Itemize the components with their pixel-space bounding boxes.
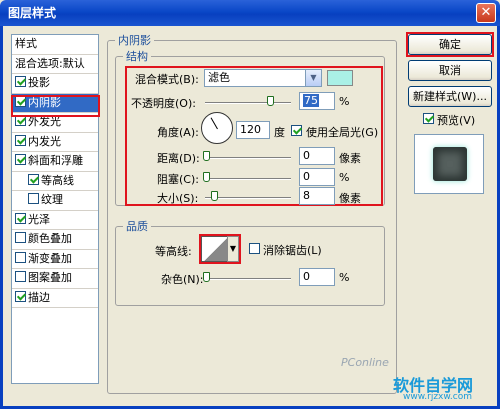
- angle-dial[interactable]: [201, 112, 233, 144]
- size-input[interactable]: 8: [299, 187, 335, 205]
- noise-slider[interactable]: [205, 278, 291, 280]
- style-item[interactable]: 图案叠加: [12, 269, 98, 289]
- size-slider-thumb[interactable]: [211, 191, 218, 201]
- style-item-checkbox[interactable]: [15, 154, 26, 165]
- style-item-checkbox[interactable]: [15, 251, 26, 263]
- opacity-label: 不透明度(O):: [131, 97, 196, 110]
- opacity-input[interactable]: 75: [299, 92, 335, 110]
- preview-checkbox[interactable]: [423, 113, 434, 124]
- structure-title: 结构: [123, 48, 151, 64]
- style-item-label: 内发光: [28, 134, 61, 148]
- style-item-checkbox[interactable]: [15, 212, 26, 224]
- noise-input[interactable]: 0: [299, 268, 335, 286]
- style-item-checkbox[interactable]: [15, 271, 26, 282]
- style-item-checkbox[interactable]: [15, 134, 26, 146]
- choke-slider[interactable]: [205, 178, 291, 180]
- distance-slider-thumb[interactable]: [203, 151, 210, 161]
- style-item[interactable]: 斜面和浮雕: [12, 152, 98, 172]
- distance-slider[interactable]: [205, 157, 291, 159]
- global-light-label[interactable]: 使用全局光(G): [306, 124, 378, 140]
- cancel-button[interactable]: 取消: [408, 60, 492, 81]
- style-item[interactable]: 渐变叠加: [12, 250, 98, 269]
- dialog-body: 样式 混合选项:默认 投影 内阴影 外发光 内发光 斜面和浮雕 等高线 纹理 光泽 颜色叠加 渐变…: [0, 26, 500, 409]
- preview-label[interactable]: 预览(V): [437, 112, 475, 128]
- style-list: 样式 混合选项:默认 投影 内阴影 外发光 内发光 斜面和浮雕 等高线 纹理 光泽 颜色叠加 渐变…: [11, 34, 99, 384]
- opacity-slider[interactable]: [205, 102, 291, 104]
- antialias-checkbox[interactable]: [249, 243, 260, 254]
- style-item-checkbox[interactable]: [15, 76, 26, 87]
- distance-unit: 像素: [339, 152, 361, 165]
- style-item-label: 颜色叠加: [28, 232, 72, 245]
- preview-thumbnail: [433, 147, 467, 181]
- shadow-color-swatch[interactable]: [327, 70, 353, 86]
- style-item-label: 斜面和浮雕: [28, 154, 83, 167]
- contour-highlight: [199, 234, 241, 264]
- selected-item-highlight: [11, 95, 100, 117]
- noise-unit: %: [339, 271, 350, 284]
- global-light-checkbox[interactable]: [291, 125, 302, 136]
- noise-label: 杂色(N):: [161, 273, 204, 286]
- new-style-button[interactable]: 新建样式(W)...: [408, 86, 492, 107]
- style-item-checkbox[interactable]: [15, 290, 26, 302]
- opacity-unit: %: [339, 95, 350, 108]
- blend-options-item[interactable]: 混合选项:默认: [12, 55, 98, 74]
- noise-slider-thumb[interactable]: [203, 272, 210, 282]
- style-item-checkbox[interactable]: [28, 173, 39, 185]
- choke-label: 阻塞(C):: [157, 173, 199, 186]
- style-item-label: 图案叠加: [28, 271, 72, 284]
- blend-mode-label: 混合模式(B):: [135, 73, 199, 86]
- style-item[interactable]: 描边: [12, 289, 98, 308]
- style-item[interactable]: 内发光: [12, 133, 98, 152]
- style-item-label: 描边: [28, 290, 50, 304]
- style-item[interactable]: 纹理: [12, 191, 98, 211]
- title-bar: 图层样式 ✕: [0, 0, 500, 26]
- choke-input[interactable]: 0: [299, 168, 335, 186]
- style-item-label: 投影: [28, 76, 50, 89]
- style-item-label: 光泽: [28, 212, 50, 226]
- style-preview: [414, 134, 484, 194]
- style-item-checkbox[interactable]: [15, 232, 26, 243]
- style-item-label: 纹理: [41, 193, 63, 206]
- contour-label: 等高线:: [155, 245, 192, 258]
- style-item-label: 等高线: [41, 173, 74, 187]
- style-list-header: 样式: [12, 35, 98, 55]
- style-item[interactable]: 颜色叠加: [12, 230, 98, 250]
- ok-button-highlight: [406, 32, 494, 57]
- site-url: www.rjzxw.com: [403, 392, 472, 402]
- distance-label: 距离(D):: [157, 152, 200, 165]
- style-item[interactable]: 等高线: [12, 172, 98, 191]
- style-item-label: 渐变叠加: [28, 251, 72, 265]
- angle-unit: 度: [274, 126, 285, 139]
- style-item-checkbox[interactable]: [28, 193, 39, 204]
- size-label: 大小(S):: [157, 192, 199, 205]
- distance-input[interactable]: 0: [299, 147, 335, 165]
- angle-input[interactable]: 120: [236, 121, 270, 139]
- blend-mode-select[interactable]: 滤色 ▼: [204, 69, 322, 87]
- antialias-label[interactable]: 消除锯齿(L): [263, 242, 322, 258]
- angle-dial-hand: [210, 117, 218, 130]
- quality-title: 品质: [123, 218, 151, 234]
- size-unit: 像素: [339, 192, 361, 205]
- close-icon[interactable]: ✕: [476, 3, 496, 23]
- blend-mode-value: 滤色: [208, 71, 230, 84]
- window-title: 图层样式: [8, 6, 57, 20]
- inner-shadow-title: 内阴影: [115, 32, 154, 48]
- choke-slider-thumb[interactable]: [203, 172, 210, 182]
- quality-group: [115, 226, 385, 306]
- pconline-watermark: PConline: [341, 356, 389, 369]
- style-item[interactable]: 投影: [12, 74, 98, 94]
- chevron-down-icon[interactable]: ▼: [305, 70, 321, 86]
- opacity-slider-thumb[interactable]: [267, 96, 274, 106]
- angle-label: 角度(A):: [157, 126, 199, 139]
- style-item[interactable]: 光泽: [12, 211, 98, 230]
- choke-unit: %: [339, 171, 350, 184]
